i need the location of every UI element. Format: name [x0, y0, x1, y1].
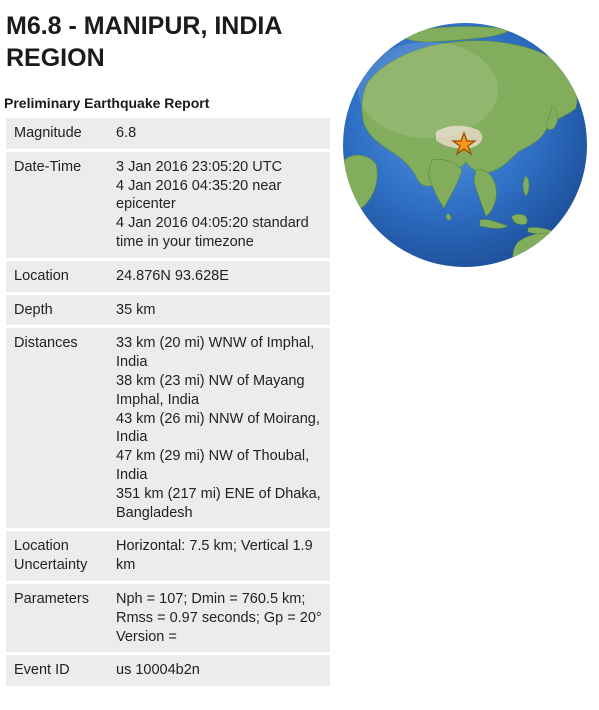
- row-label: Location: [6, 260, 108, 292]
- row-label: Parameters: [6, 583, 108, 653]
- table-row-datetime: Date-Time 3 Jan 2016 23:05:20 UTC 4 Jan …: [6, 151, 330, 258]
- earthquake-report-table: Magnitude 6.8 Date-Time 3 Jan 2016 23:05…: [6, 115, 330, 689]
- parameters-version: Version =: [116, 628, 177, 645]
- table-row-depth: Depth 35 km: [6, 294, 330, 326]
- distance-item: 351 km (217 mi) ENE of Dhaka, Bangladesh: [116, 485, 321, 521]
- distance-item: 38 km (23 mi) NW of Mayang Imphal, India: [116, 372, 305, 408]
- parameters-value: Nph = 107; Dmin = 760.5 km; Rmss = 0.97 …: [108, 583, 330, 653]
- row-label: Location Uncertainty: [6, 531, 108, 581]
- table-row-magnitude: Magnitude 6.8: [6, 118, 330, 149]
- datetime-utc: 3 Jan 2016 23:05:20 UTC: [116, 158, 283, 175]
- row-label: Date-Time: [6, 151, 108, 258]
- globe-icon: [343, 23, 587, 267]
- table-row-distances: Distances 33 km (20 mi) WNW of Imphal, I…: [6, 328, 330, 529]
- location-value: 24.876N 93.628E: [108, 260, 330, 292]
- table-row-location: Location 24.876N 93.628E: [6, 260, 330, 292]
- row-label: Distances: [6, 328, 108, 529]
- distance-item: 47 km (29 mi) NW of Thoubal, India: [116, 448, 310, 483]
- row-label: Depth: [6, 294, 108, 326]
- epicenter-globe-map: [340, 20, 590, 270]
- magnitude-value: 6.8: [108, 118, 330, 149]
- depth-value: 35 km: [108, 294, 330, 326]
- distance-item: 33 km (20 mi) WNW of Imphal, India: [116, 335, 315, 371]
- parameters-text: Nph = 107; Dmin = 760.5 km; Rmss = 0.97 …: [116, 590, 322, 626]
- globe-highlight: [358, 42, 498, 138]
- datetime-near-epicenter: 4 Jan 2016 04:35:20 near epicenter: [116, 177, 282, 213]
- table-row-parameters: Parameters Nph = 107; Dmin = 760.5 km; R…: [6, 583, 330, 653]
- distance-item: 43 km (26 mi) NNW of Moirang, India: [116, 410, 320, 446]
- table-row-event-id: Event ID us 10004b2n: [6, 655, 330, 687]
- page-title: M6.8 - MANIPUR, INDIA REGION: [6, 12, 282, 72]
- row-label: Magnitude: [6, 118, 108, 149]
- datetime-local: 4 Jan 2016 04:05:20 standard time in you…: [116, 215, 309, 250]
- uncertainty-value: Horizontal: 7.5 km; Vertical 1.9 km: [108, 531, 330, 581]
- distances-value: 33 km (20 mi) WNW of Imphal, India 38 km…: [108, 328, 330, 529]
- report-subtitle: Preliminary Earthquake Report: [4, 95, 210, 111]
- table-row-uncertainty: Location Uncertainty Horizontal: 7.5 km;…: [6, 531, 330, 581]
- row-label: Event ID: [6, 655, 108, 687]
- event-id-value: us 10004b2n: [108, 655, 330, 687]
- datetime-value: 3 Jan 2016 23:05:20 UTC 4 Jan 2016 04:35…: [108, 151, 330, 258]
